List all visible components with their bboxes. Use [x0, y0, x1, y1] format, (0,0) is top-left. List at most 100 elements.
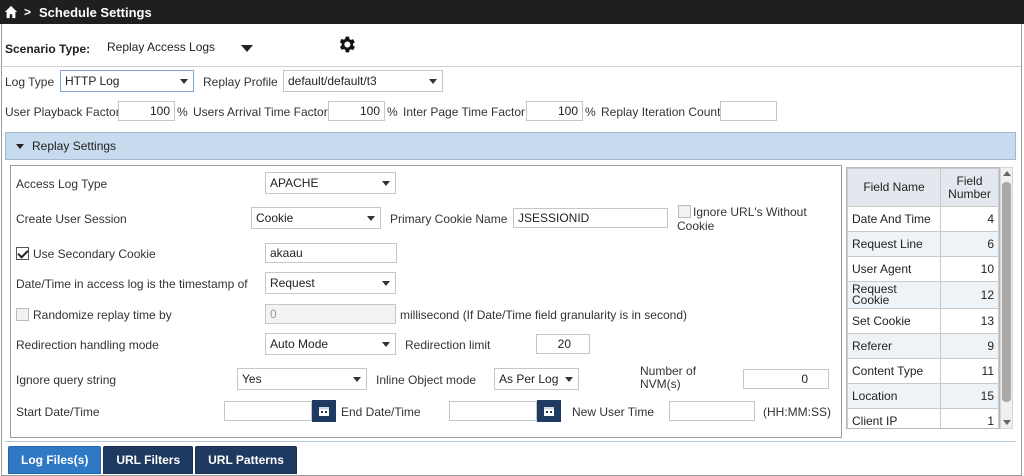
users-arrival-input[interactable]: 100: [328, 101, 385, 121]
field-name-cell: Content Type: [847, 358, 941, 384]
user-playback-label: User Playback Factor: [5, 105, 120, 119]
new-user-time-input[interactable]: [669, 401, 755, 421]
primary-cookie-input[interactable]: JSESSIONID: [513, 208, 668, 228]
caret-down-icon: [382, 281, 390, 286]
scrollbar-thumb[interactable]: [1002, 182, 1011, 402]
field-number-cell[interactable]: 4: [940, 206, 999, 232]
inline-object-value: As Per Log: [499, 372, 559, 386]
field-number-cell[interactable]: 9: [940, 333, 999, 359]
table-row[interactable]: Content Type 11: [847, 358, 999, 384]
table-row[interactable]: Location 15: [847, 383, 999, 409]
randomize-replay-checkbox[interactable]: [16, 308, 29, 321]
replay-iteration-label: Replay Iteration Count: [601, 105, 721, 119]
nvm-input[interactable]: 0: [743, 369, 829, 389]
page-title: Schedule Settings: [39, 4, 152, 20]
inter-page-label: Inter Page Time Factor: [403, 105, 526, 119]
caret-down-icon: [382, 181, 390, 186]
replay-profile-value: default/default/t3: [288, 74, 377, 88]
log-type-select[interactable]: HTTP Log: [60, 70, 194, 92]
field-number-cell[interactable]: 13: [940, 308, 999, 334]
ignore-urls-label: Ignore URL's Without Cookie: [677, 205, 807, 233]
redirection-mode-select[interactable]: Auto Mode: [265, 333, 396, 355]
tab-divider: [5, 441, 1016, 442]
time-format-hint: (HH:MM:SS): [763, 405, 831, 419]
table-row[interactable]: Request Cookie 12: [847, 281, 999, 309]
use-secondary-cookie-checkbox[interactable]: [16, 247, 29, 260]
redirection-limit-input[interactable]: 20: [536, 334, 590, 354]
field-number-cell[interactable]: 1: [940, 408, 999, 428]
scenario-type-select[interactable]: Replay Access Logs: [101, 36, 261, 60]
create-user-session-select[interactable]: Cookie: [251, 207, 381, 229]
user-playback-input[interactable]: 100: [118, 101, 175, 121]
table-row[interactable]: Request Line 6: [847, 231, 999, 257]
redirection-limit-label: Redirection limit: [405, 338, 491, 352]
scenario-type-value: Replay Access Logs: [107, 40, 216, 54]
access-log-type-select[interactable]: APACHE: [265, 172, 396, 194]
collapse-caret-icon: [16, 143, 24, 149]
end-date-calendar-button[interactable]: [537, 400, 561, 422]
users-arrival-label: Users Arrival Time Factor: [193, 105, 328, 119]
ignore-query-value: Yes: [242, 372, 262, 386]
replay-iteration-input[interactable]: [720, 101, 777, 121]
field-name-cell: Date And Time: [847, 206, 941, 232]
field-number-cell[interactable]: 6: [940, 231, 999, 257]
calendar-icon: [319, 407, 329, 416]
tab-log-files[interactable]: Log Files(s): [8, 446, 102, 474]
redirection-mode-label: Redirection handling mode: [16, 338, 159, 352]
calendar-icon: [544, 407, 554, 416]
table-row[interactable]: Set Cookie 13: [847, 308, 999, 334]
field-number-cell[interactable]: 12: [940, 281, 999, 309]
datetime-timestamp-label: Date/Time in access log is the timestamp…: [16, 277, 248, 291]
column-header-field-number: Field Number: [940, 168, 999, 207]
scenario-type-label: Scenario Type:: [5, 42, 91, 56]
divider: [0, 66, 1021, 67]
tab-url-patterns[interactable]: URL Patterns: [195, 446, 297, 474]
inline-object-label: Inline Object mode: [376, 373, 477, 387]
field-number-cell[interactable]: 11: [940, 358, 999, 384]
caret-down-icon: [180, 79, 188, 84]
start-date-calendar-button[interactable]: [312, 400, 336, 422]
redirection-mode-value: Auto Mode: [270, 337, 329, 351]
datetime-timestamp-select[interactable]: Request: [265, 272, 396, 294]
secondary-cookie-input[interactable]: akaau: [265, 243, 397, 263]
replay-settings-header[interactable]: Replay Settings: [5, 132, 1016, 160]
end-date-label: End Date/Time: [341, 405, 421, 419]
field-number-cell[interactable]: 15: [940, 383, 999, 409]
access-log-type-label: Access Log Type: [16, 177, 108, 191]
randomize-replay-input[interactable]: 0: [265, 304, 396, 324]
bottom-tabs: Log Files(s) URL Filters URL Patterns: [8, 446, 297, 474]
replay-profile-select[interactable]: default/default/t3: [283, 70, 443, 92]
millisecond-note: millisecond (If Date/Time field granular…: [400, 308, 687, 322]
field-name-cell: Request Cookie: [847, 281, 941, 309]
chevron-right-icon: >: [24, 5, 32, 19]
start-date-input[interactable]: [224, 401, 312, 421]
table-row[interactable]: Referer 9: [847, 333, 999, 359]
scroll-down-icon[interactable]: [1003, 420, 1011, 425]
new-user-time-label: New User Time: [572, 405, 655, 419]
tab-url-filters[interactable]: URL Filters: [103, 446, 194, 474]
table-row[interactable]: Client IP 1: [847, 408, 999, 428]
inline-object-select[interactable]: As Per Log: [494, 368, 579, 390]
start-date-label: Start Date/Time: [16, 405, 100, 419]
top-bar: > Schedule Settings: [0, 0, 1024, 24]
end-date-input[interactable]: [449, 401, 537, 421]
scroll-up-icon[interactable]: [1003, 171, 1011, 176]
caret-down-icon: [241, 45, 253, 52]
randomize-replay-label: Randomize replay time by: [33, 308, 172, 322]
inter-page-input[interactable]: 100: [526, 101, 583, 121]
field-name-cell: User Agent: [847, 256, 941, 282]
caret-down-icon: [565, 377, 573, 382]
replay-settings-title: Replay Settings: [32, 139, 117, 153]
gear-icon[interactable]: [336, 34, 357, 55]
percent-label: %: [387, 105, 398, 119]
table-row[interactable]: User Agent 10: [847, 256, 999, 282]
field-name-cell: Set Cookie: [847, 308, 941, 334]
table-row[interactable]: Date And Time 4: [847, 206, 999, 232]
primary-cookie-label: Primary Cookie Name: [390, 212, 508, 226]
caret-down-icon: [367, 216, 375, 221]
access-log-type-value: APACHE: [270, 176, 319, 190]
home-icon[interactable]: [4, 5, 18, 19]
field-name-cell: Request Line: [847, 231, 941, 257]
ignore-query-select[interactable]: Yes: [237, 368, 367, 390]
field-number-cell[interactable]: 10: [940, 256, 999, 282]
